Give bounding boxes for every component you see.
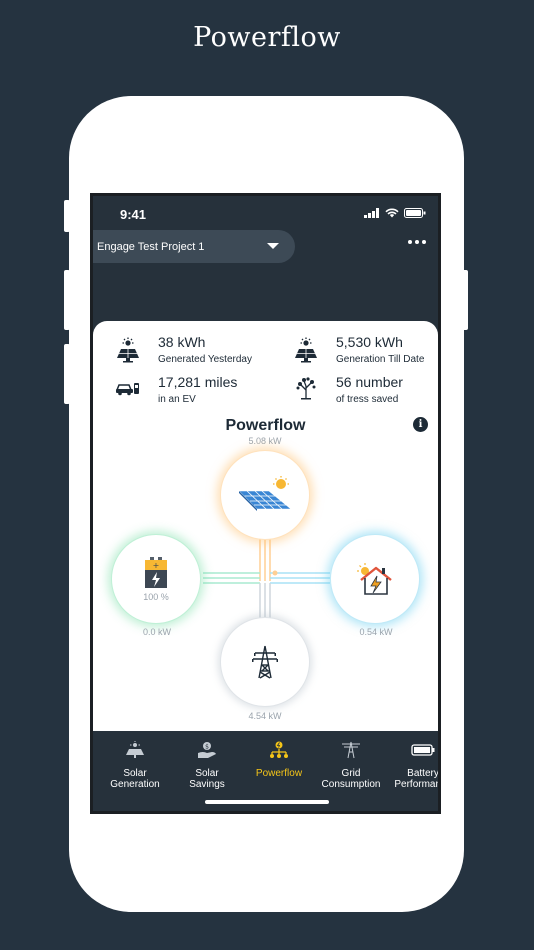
signal-icon xyxy=(364,208,379,218)
tab-label: Powerflow xyxy=(255,768,303,779)
home-indicator[interactable] xyxy=(205,800,329,804)
flow-dot xyxy=(272,570,278,576)
grid-node[interactable] xyxy=(220,617,310,707)
grid-tower-icon xyxy=(342,741,360,759)
tab-label: Solar Savings xyxy=(189,768,225,790)
solar-node[interactable] xyxy=(220,450,310,540)
bottom-tab-bar: Solar Generation $ Solar Savings Powerfl… xyxy=(93,731,438,811)
summary-card: 38 kWh Generated Yesterday 5,530 kWh Gen… xyxy=(93,321,438,731)
tab-solar-generation[interactable]: Solar Generation xyxy=(97,741,173,790)
tab-battery-performance[interactable]: Battery Performance xyxy=(385,741,438,790)
status-icons xyxy=(364,208,426,218)
powerflow-icon xyxy=(270,741,288,758)
tab-label: Grid Consumption xyxy=(321,768,381,790)
solar-panel-icon xyxy=(126,741,144,758)
solar-panel-sun-icon xyxy=(238,476,292,511)
tab-powerflow[interactable]: Powerflow xyxy=(241,741,317,779)
battery-power-value: 0.0 kW xyxy=(142,627,171,637)
tab-grid-consumption[interactable]: Grid Consumption xyxy=(313,741,389,790)
home-flow-line xyxy=(270,572,330,584)
home-power-icon xyxy=(357,563,392,595)
tab-label: Battery Performance xyxy=(394,768,438,790)
project-selector[interactable]: Engage Test Project 1 xyxy=(93,230,295,263)
battery-percentage: 100 % xyxy=(143,592,169,602)
battery-icon xyxy=(411,744,435,756)
grid-power-value: 4.54 kW xyxy=(248,711,282,721)
chevron-down-icon xyxy=(267,243,279,249)
home-node[interactable] xyxy=(330,534,420,624)
project-name: Engage Test Project 1 xyxy=(97,240,205,253)
svg-text:$: $ xyxy=(205,744,209,751)
app-screen: 9:41 Engage Test Project 1 38 kWh Genera… xyxy=(93,196,438,811)
grid-tower-icon xyxy=(252,645,278,679)
tab-label: Solar Generation xyxy=(110,768,160,790)
more-options-icon[interactable] xyxy=(408,240,426,244)
savings-hand-icon: $ xyxy=(198,742,216,758)
battery-flow-line xyxy=(203,572,260,584)
wifi-icon xyxy=(385,208,399,218)
home-power-value: 0.54 kW xyxy=(359,627,393,637)
phone-screen: 9:41 Engage Test Project 1 38 kWh Genera… xyxy=(90,193,441,814)
tab-solar-savings[interactable]: $ Solar Savings xyxy=(169,741,245,790)
battery-node[interactable]: + 100 % xyxy=(111,534,201,624)
svg-text:+: + xyxy=(153,561,160,570)
battery-status-icon xyxy=(404,208,426,218)
battery-icon: + xyxy=(145,557,167,588)
promo-title: Powerflow xyxy=(193,22,341,53)
status-time: 9:41 xyxy=(120,207,147,222)
